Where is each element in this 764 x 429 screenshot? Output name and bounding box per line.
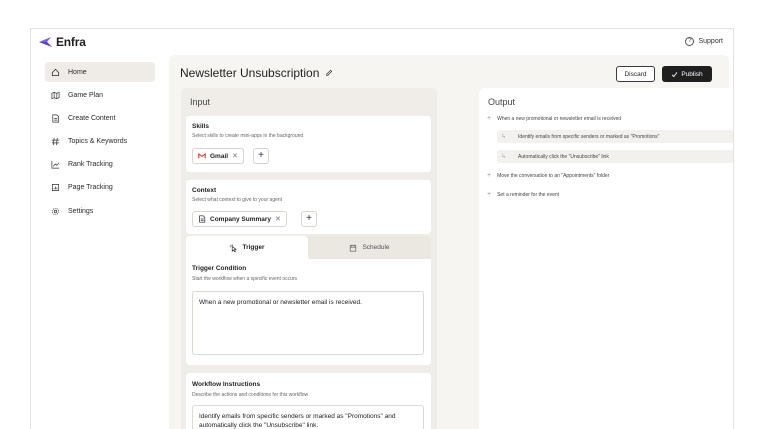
plus-icon: + [487, 172, 492, 179]
document-icon [199, 215, 206, 223]
gmail-chip[interactable]: Gmail ✕ [192, 148, 244, 164]
output-title: Output [488, 97, 516, 107]
output-step: + Move the conversation to an "Appointme… [487, 172, 609, 179]
sidebar-item-home[interactable]: Home [45, 62, 155, 82]
gmail-chip-label: Gmail [210, 152, 229, 160]
workflow-instructions-card: Workflow Instructions Describe the actio… [186, 373, 431, 429]
input-title: Input [190, 97, 211, 107]
close-icon[interactable]: ✕ [275, 215, 281, 223]
tab-schedule-label: Schedule [362, 244, 390, 251]
workflow-editor: Newsletter Unsubscription Discard Publis… [169, 55, 733, 429]
output-step: + When a new promotional or newsletter e… [487, 115, 621, 122]
document-icon [52, 114, 60, 123]
sidebar-item-page-tracking[interactable]: Page Tracking [45, 178, 155, 198]
support-label: Support [698, 38, 723, 45]
sidebar-item-label: Create Content [68, 114, 116, 122]
plus-icon: + [487, 115, 492, 122]
trigger-schedule-tabs: Trigger Schedule [186, 236, 431, 259]
skills-description: Select skills to create mini-apps in the… [192, 133, 304, 139]
enfra-logo-icon [39, 37, 52, 47]
sidebar-item-create-content[interactable]: Create Content [45, 108, 155, 128]
skills-title: Skills [192, 123, 209, 130]
sidebar-item-settings[interactable]: Settings [45, 201, 155, 221]
page-title-text: Newsletter Unsubscription [180, 66, 320, 80]
gmail-icon [198, 153, 206, 159]
context-title: Context [192, 187, 217, 194]
discard-button[interactable]: Discard [616, 66, 655, 82]
workflow-instructions-title: Workflow Instructions [192, 381, 261, 388]
skills-card: Skills Select skills to create mini-apps… [186, 116, 431, 172]
publish-label: Publish [681, 70, 703, 78]
output-substep: ↳ Identify emails from specific senders … [497, 130, 733, 143]
tab-trigger-label: Trigger [242, 244, 265, 251]
workflow-instructions-input[interactable]: Identify emails from specific senders or… [192, 405, 424, 429]
add-context-button[interactable]: + [301, 211, 317, 227]
home-icon [51, 68, 60, 76]
plus-icon: + [487, 191, 492, 198]
pointer-click-icon [230, 243, 238, 252]
output-step: + Set a reminder for the event [487, 191, 559, 198]
help-icon: ? [685, 37, 695, 46]
sidebar-item-label: Settings [68, 207, 94, 215]
map-icon [51, 91, 60, 99]
page-chart-icon [51, 184, 60, 192]
output-substep: ↳ Automatically click the "Unsubscribe" … [497, 150, 733, 163]
sidebar-item-rank-tracking[interactable]: Rank Tracking [45, 155, 155, 175]
pencil-icon[interactable] [325, 69, 333, 77]
app-window: Enfra ? Support Home Game Plan Create Co… [30, 28, 734, 429]
sidebar-item-label: Page Tracking [68, 184, 113, 192]
output-panel: Output + When a new promotional or newsl… [479, 88, 733, 429]
sidebar-item-label: Topics & Keywords [68, 138, 128, 146]
tab-trigger[interactable]: Trigger [186, 236, 308, 259]
context-card: Context Select what context to give to y… [186, 180, 431, 234]
trigger-condition-title: Trigger Condition [192, 265, 247, 272]
company-summary-chip-label: Company Summary [210, 215, 272, 223]
app-name: Enfra [56, 35, 86, 49]
company-summary-chip[interactable]: Company Summary ✕ [192, 211, 287, 227]
support-link[interactable]: ? Support [685, 37, 723, 46]
sidebar-item-topics-keywords[interactable]: Topics & Keywords [45, 132, 155, 152]
page-title: Newsletter Unsubscription [180, 66, 333, 80]
calendar-icon [350, 244, 357, 252]
add-skill-button[interactable]: + [253, 148, 269, 164]
input-panel: Input Skills Select skills to create min… [181, 88, 437, 429]
trigger-condition-card: Trigger Condition Start the workflow whe… [186, 259, 431, 365]
sidebar-item-game-plan[interactable]: Game Plan [45, 85, 155, 105]
return-arrow-icon: ↳ [501, 134, 507, 140]
brand[interactable]: Enfra [38, 35, 86, 49]
output-substep-label: Identify emails from specific senders or… [518, 133, 660, 140]
sidebar-item-label: Home [68, 68, 87, 76]
sidebar-item-label: Game Plan [68, 91, 104, 99]
trigger-condition-input[interactable]: When a new promotional or newsletter ema… [192, 291, 424, 355]
workflow-instructions-description: Describe the actions and conditions for … [192, 392, 309, 398]
chart-icon [51, 161, 60, 169]
output-step-label: Move the conversation to an "Appointment… [497, 172, 610, 179]
context-description: Select what context to give to your agen… [192, 197, 283, 203]
sidebar-item-label: Rank Tracking [68, 161, 113, 169]
output-step-label: When a new promotional or newsletter ema… [497, 115, 622, 122]
discard-label: Discard [624, 70, 647, 78]
tab-schedule[interactable]: Schedule [308, 236, 431, 259]
return-arrow-icon: ↳ [501, 154, 507, 160]
hash-icon [51, 137, 60, 146]
check-icon [672, 71, 678, 77]
output-substep-label: Automatically click the "Unsubscribe" li… [518, 153, 609, 160]
publish-button[interactable]: Publish [662, 66, 712, 82]
gear-icon [52, 207, 59, 215]
close-icon[interactable]: ✕ [232, 152, 238, 160]
output-step-label: Set a reminder for the event [497, 191, 560, 198]
trigger-condition-description: Start the workflow when a specific event… [192, 276, 298, 282]
sidebar: Home Game Plan Create Content Topics & K… [45, 62, 155, 224]
